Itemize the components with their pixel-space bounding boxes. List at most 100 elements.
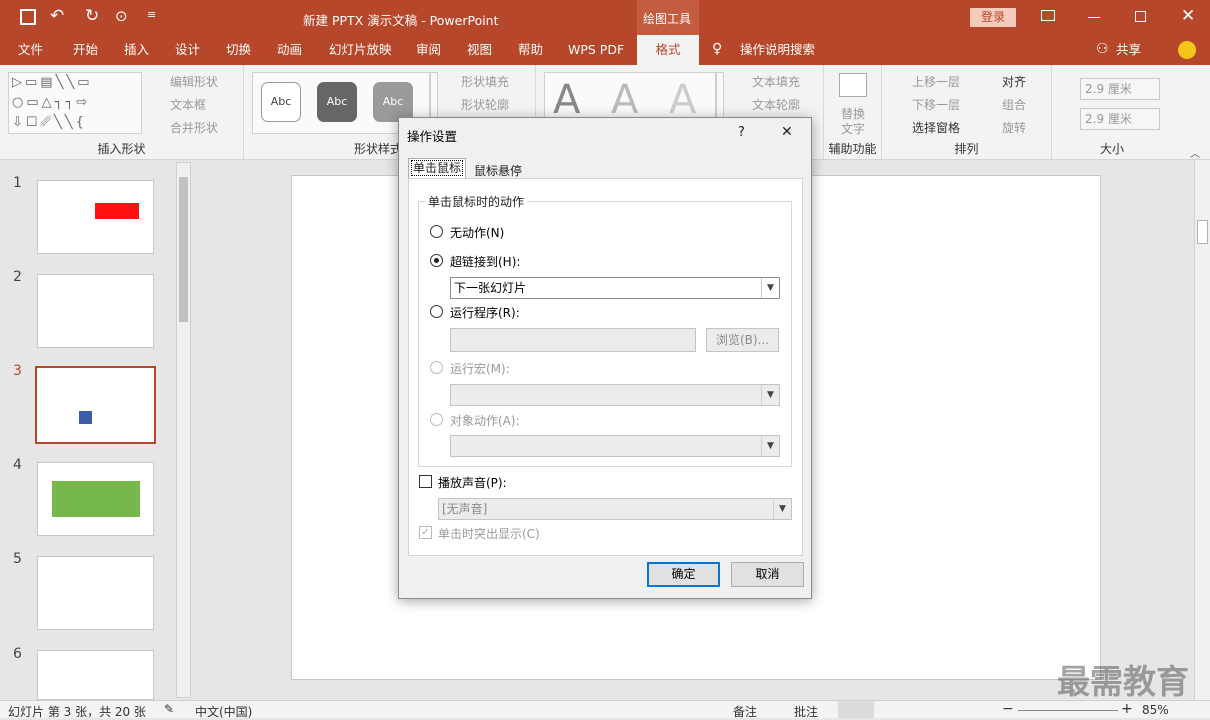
radio-hyperlink[interactable] [430, 254, 443, 267]
save-icon[interactable] [20, 9, 36, 25]
label-object-action: 对象动作(A): [450, 414, 520, 428]
group-accessibility: 替换 文字 辅助功能 [824, 65, 882, 160]
browse-button[interactable]: 浏览(B)... [706, 328, 779, 352]
shape-gallery[interactable]: ▷▭▤╲╲▭ ○▭△┐┐⇨ ⇩☐␥╲╲{ [8, 72, 142, 134]
minimize-icon[interactable] [1088, 17, 1100, 18]
align-button[interactable]: 对齐 [1002, 73, 1026, 90]
group-arrange: 上移一层 下移一层 选择窗格 对齐 组合 旋转 排列 [882, 65, 1052, 160]
close-icon[interactable]: ✕ [1181, 6, 1195, 26]
tab-home[interactable]: 开始 [71, 35, 100, 65]
cancel-button[interactable]: 取消 [731, 562, 804, 587]
zoom-slider[interactable] [1018, 710, 1118, 711]
tab-file[interactable]: 文件 [16, 35, 45, 65]
normal-view-icon[interactable] [838, 701, 874, 718]
redo-icon[interactable]: ↻ [85, 6, 99, 26]
ok-button[interactable]: 确定 [647, 562, 720, 587]
rotate-button[interactable]: 旋转 [1002, 119, 1026, 136]
shape-outline-button[interactable]: 形状轮廓 [461, 96, 509, 113]
hyperlink-target-select[interactable]: 下一张幻灯片 ▼ [450, 277, 780, 299]
shape-width-input[interactable]: 2.9 厘米 [1080, 108, 1160, 130]
object-action-select[interactable]: ▼ [450, 435, 780, 457]
share-icon[interactable]: ⚇ [1096, 41, 1109, 57]
undo-icon[interactable]: ↶ [50, 6, 64, 26]
slide-thumbnail-5[interactable] [37, 556, 154, 630]
collapse-ribbon-icon[interactable]: ︿ [1190, 145, 1200, 160]
tab-view[interactable]: 视图 [465, 35, 494, 65]
style-sample-gray[interactable]: Abc [373, 82, 413, 122]
tab-wps-pdf[interactable]: WPS PDF [566, 35, 626, 65]
group-insert-shapes: ▷▭▤╲╲▭ ○▭△┐┐⇨ ⇩☐␥╲╲{ 编辑形状 文本框 合并形状 插入形状 [0, 65, 244, 160]
tab-insert[interactable]: 插入 [122, 35, 151, 65]
send-backward-button[interactable]: 下移一层 [912, 96, 960, 113]
tell-me-search[interactable]: 操作说明搜索 [738, 35, 817, 65]
language-indicator[interactable]: 中文(中国) [195, 703, 252, 720]
chart-thumbnail [52, 481, 140, 517]
lightbulb-icon: ♀ [712, 41, 723, 57]
ribbon-display-icon[interactable] [1041, 10, 1055, 21]
text-outline-button[interactable]: 文本轮廓 [752, 96, 800, 113]
slide-thumbnail-6[interactable] [37, 650, 154, 700]
tab-mouse-over[interactable]: 鼠标悬停 [474, 162, 522, 179]
login-button[interactable]: 登录 [970, 8, 1016, 27]
slide-number: 4 [13, 457, 22, 473]
chevron-down-icon: ▼ [773, 499, 791, 519]
zoom-in-icon[interactable]: + [1121, 701, 1133, 717]
tab-transitions[interactable]: 切换 [224, 35, 253, 65]
maximize-icon[interactable] [1135, 11, 1146, 22]
play-sound-checkbox[interactable] [419, 475, 432, 488]
shape-height-input[interactable]: 2.9 厘米 [1080, 78, 1160, 100]
alt-text-icon[interactable] [839, 73, 867, 97]
group-label: 插入形状 [97, 142, 146, 156]
merge-shapes-button[interactable]: 合并形状 [170, 119, 218, 136]
spellcheck-icon[interactable]: ✎ [164, 702, 174, 716]
shape-fill-button[interactable]: 形状填充 [461, 73, 509, 90]
style-sample-dark[interactable]: Abc [317, 82, 357, 122]
program-path-input[interactable] [450, 328, 696, 352]
radio-no-action[interactable] [430, 225, 443, 238]
customize-qat-icon[interactable]: ≡ [147, 8, 156, 21]
slide-thumbnail-4[interactable] [37, 462, 154, 536]
edit-shape-button[interactable]: 编辑形状 [170, 73, 218, 90]
textbox-button[interactable]: 文本框 [170, 96, 206, 113]
groupbox-title: 单击鼠标时的动作 [425, 193, 528, 210]
help-button[interactable]: ? [738, 125, 745, 140]
dialog-close-button[interactable]: ✕ [781, 124, 793, 140]
tab-animations[interactable]: 动画 [275, 35, 304, 65]
selection-pane-button[interactable]: 选择窗格 [912, 119, 960, 136]
style-sample-white[interactable]: Abc [261, 82, 301, 122]
share-button[interactable]: 共享 [1114, 35, 1143, 65]
text-fill-button[interactable]: 文本填充 [752, 73, 800, 90]
slide-scrollbar[interactable] [1194, 160, 1210, 700]
slide-number: 5 [13, 551, 22, 567]
tab-review[interactable]: 审阅 [414, 35, 443, 65]
comments-button[interactable]: 批注 [794, 703, 818, 720]
tab-design[interactable]: 设计 [173, 35, 202, 65]
window-title: 新建 PPTX 演示文稿 - PowerPoint [303, 13, 499, 28]
select-value: [无声音] [442, 502, 488, 516]
zoom-out-icon[interactable]: − [1002, 701, 1014, 717]
group-button[interactable]: 组合 [1002, 96, 1026, 113]
slide-thumbnail-3[interactable] [35, 366, 156, 444]
sound-select[interactable]: [无声音] ▼ [438, 498, 792, 520]
radio-object-action[interactable] [430, 413, 443, 426]
macro-select[interactable]: ▼ [450, 384, 780, 406]
tab-slideshow[interactable]: 幻灯片放映 [327, 35, 394, 65]
smiley-icon[interactable] [1178, 41, 1196, 59]
tab-help[interactable]: 帮助 [516, 35, 545, 65]
notes-button[interactable]: 备注 [733, 703, 757, 720]
radio-run-macro[interactable] [430, 361, 443, 374]
bring-forward-button[interactable]: 上移一层 [912, 73, 960, 90]
tab-format[interactable]: 格式 [637, 35, 699, 65]
highlight-click-checkbox[interactable]: ✓ [419, 526, 432, 539]
action-settings-dialog: 操作设置 ? ✕ 单击鼠标 鼠标悬停 单击鼠标时的动作 无动作(N) 超链接到(… [398, 117, 812, 599]
tab-mouse-click[interactable]: 单击鼠标 [408, 158, 466, 179]
present-from-start-icon[interactable]: ⊙ [115, 7, 128, 25]
radio-run-program[interactable] [430, 305, 443, 318]
title-bar: ↶ ↻ ⊙ ≡ 新建 PPTX 演示文稿 - PowerPoint 绘图工具 登… [0, 0, 1210, 35]
action-button-shape [79, 411, 92, 424]
zoom-level[interactable]: 85% [1142, 703, 1169, 717]
slide-thumbnail-1[interactable] [37, 180, 154, 254]
thumbnail-scrollbar[interactable] [176, 162, 191, 698]
slide-thumbnail-2[interactable] [37, 274, 154, 348]
chevron-down-icon: ▼ [761, 385, 779, 405]
